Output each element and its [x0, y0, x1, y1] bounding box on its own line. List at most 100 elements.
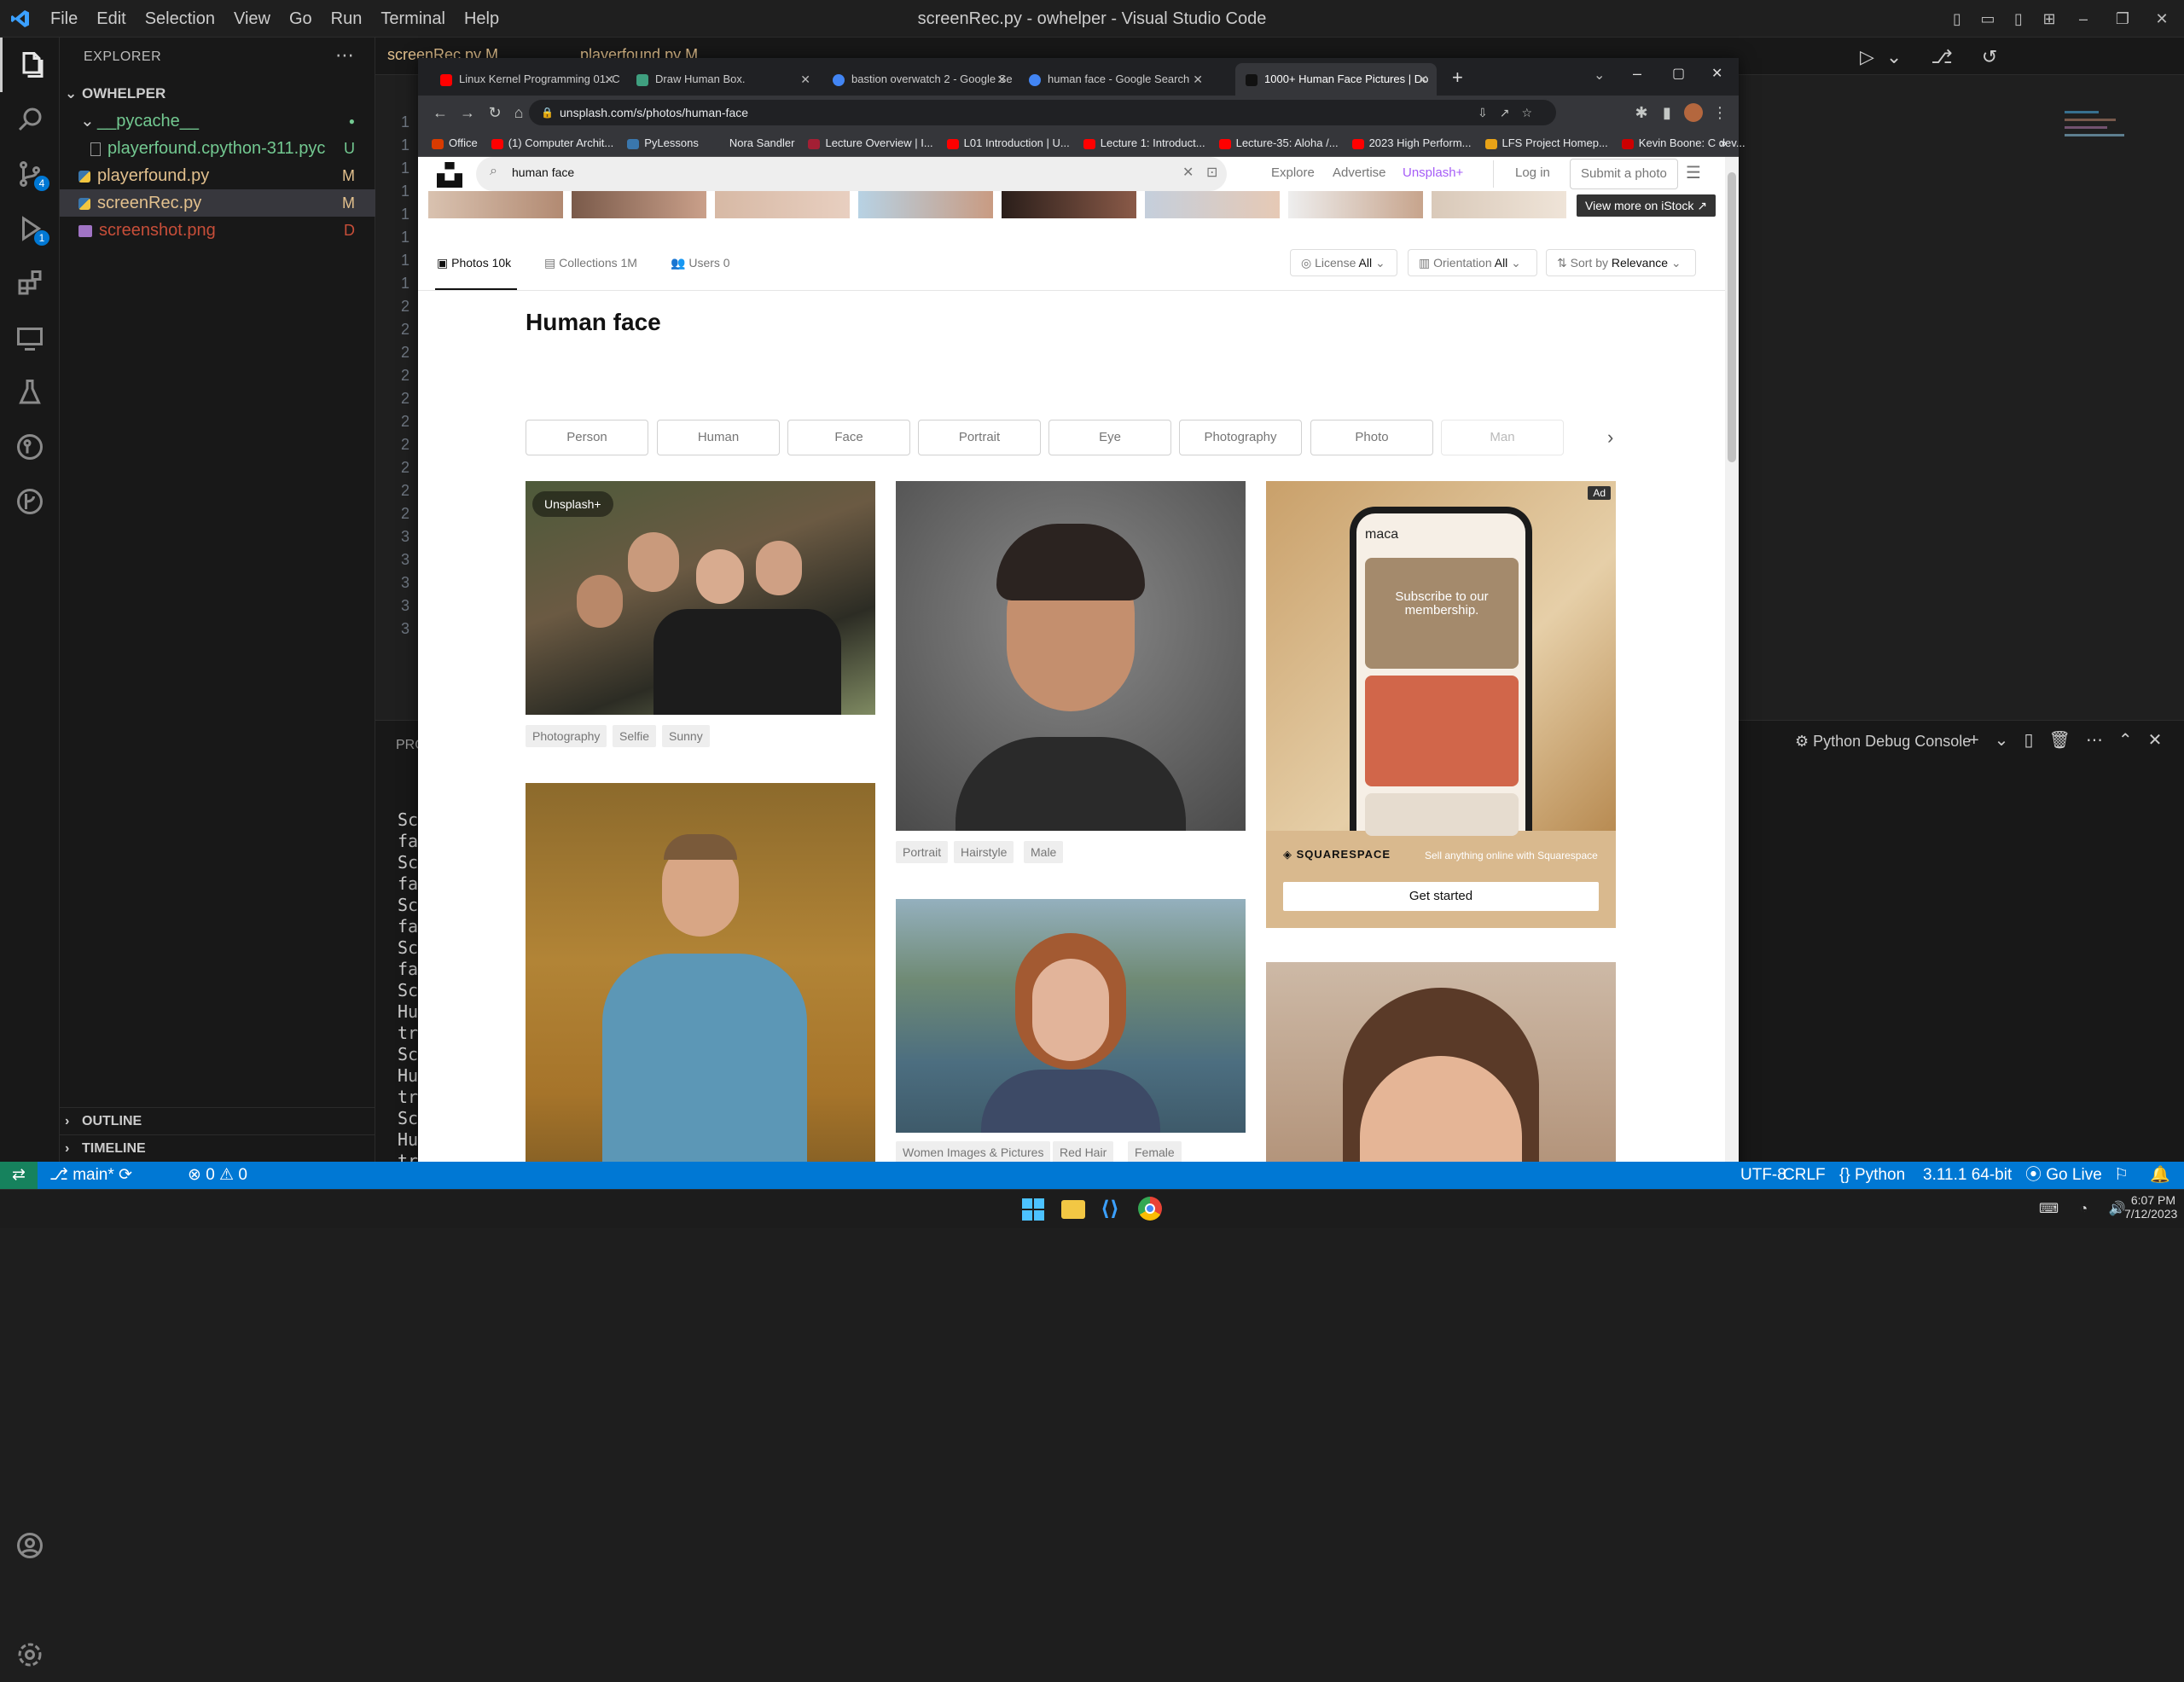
restore-icon[interactable]: ❐: [2111, 7, 2135, 31]
nav-advertise[interactable]: Advertise: [1333, 165, 1386, 180]
related-chip-human[interactable]: Human: [657, 420, 780, 455]
clear-search-icon[interactable]: ✕: [1182, 164, 1194, 181]
menu-selection[interactable]: Selection: [136, 0, 224, 38]
file-explorer-icon[interactable]: [1061, 1200, 1085, 1219]
related-chip-man[interactable]: Man: [1441, 420, 1564, 455]
close-tab-icon[interactable]: ✕: [604, 63, 614, 96]
menu-edit[interactable]: Edit: [87, 0, 135, 38]
related-chip-photography[interactable]: Photography: [1179, 420, 1302, 455]
photo-tag[interactable]: Selfie: [613, 725, 657, 747]
outline-section[interactable]: › OUTLINE: [60, 1107, 375, 1134]
related-chip-face[interactable]: Face: [787, 420, 910, 455]
chrome-tab-unsplash[interactable]: 1000+ Human Face Pictures | Do ✕: [1235, 63, 1437, 96]
extensions-activity-icon[interactable]: [0, 256, 60, 310]
page-scrollbar[interactable]: [1725, 157, 1739, 1189]
debug-console-selector[interactable]: ⚙ Python Debug Console: [1795, 733, 1971, 751]
back-arrow-icon[interactable]: ←: [428, 101, 452, 125]
close-window-icon[interactable]: ✕: [2150, 7, 2174, 31]
menu-run[interactable]: Run: [322, 0, 372, 38]
language-indicator[interactable]: {} Python: [1839, 1162, 1905, 1189]
omnibox-actions[interactable]: ⇩↗☆: [1478, 100, 1544, 125]
git-graph-activity-icon[interactable]: [0, 420, 60, 474]
photo-tag[interactable]: Red Hair: [1053, 1141, 1114, 1163]
related-chip-photo[interactable]: Photo: [1310, 420, 1433, 455]
editor-actions[interactable]: ▷⌄ ⎇ ↺: [1860, 46, 2009, 68]
chrome-tab-human-face-search[interactable]: human face - Google Search ✕: [1019, 63, 1211, 96]
bookmark-item[interactable]: PyLessons: [627, 130, 699, 157]
extensions-puzzle-icon[interactable]: ✱: [1629, 101, 1653, 125]
istock-thumb[interactable]: [572, 191, 706, 218]
panel-actions[interactable]: +⌄▯🗑⋯⌃✕: [1969, 729, 2177, 751]
photo-young-man-portrait[interactable]: [896, 481, 1246, 831]
chrome-taskbar-icon[interactable]: [1138, 1197, 1162, 1221]
tree-item-screenshot[interactable]: screenshot.png D: [60, 217, 375, 244]
eol-indicator[interactable]: CRLF: [1783, 1162, 1826, 1189]
istock-thumb[interactable]: [428, 191, 563, 218]
photo-man-blue-shirt[interactable]: [526, 783, 875, 1189]
chrome-close-icon[interactable]: ✕: [1711, 65, 1722, 82]
photo-tag[interactable]: Portrait: [896, 841, 949, 863]
nav-login[interactable]: Log in: [1515, 165, 1550, 180]
gitlens-activity-icon[interactable]: [0, 474, 60, 529]
close-tab-icon[interactable]: ✕: [800, 63, 810, 96]
tree-item-pycache[interactable]: ⌄ __pycache__ ●: [60, 107, 375, 135]
istock-thumb[interactable]: [1432, 191, 1566, 218]
branch-indicator[interactable]: ⎇ main* ⟳: [49, 1162, 132, 1189]
license-filter[interactable]: ◎ License All ⌄: [1290, 249, 1397, 276]
tab-collections[interactable]: ▤ Collections 1M: [544, 256, 637, 270]
menu-help[interactable]: Help: [455, 0, 508, 38]
photo-tag[interactable]: Female: [1128, 1141, 1182, 1163]
explorer-activity-icon[interactable]: [0, 38, 60, 92]
home-icon[interactable]: ⌂: [507, 101, 531, 125]
tree-item-playerfound[interactable]: playerfound.py M: [60, 162, 375, 189]
forward-arrow-icon[interactable]: →: [456, 101, 479, 125]
submit-photo-button[interactable]: Submit a photo: [1570, 159, 1678, 189]
search-bar[interactable]: ⌕ human face ✕ ⊡: [476, 157, 1227, 191]
view-more-istock-button[interactable]: View more on iStock ↗: [1577, 194, 1716, 217]
istock-thumb[interactable]: [1145, 191, 1280, 218]
system-tray-icons[interactable]: ⌨ ◔ 🔊: [2039, 1200, 2135, 1217]
reload-icon[interactable]: ↻: [483, 101, 507, 125]
chrome-tab-bastion[interactable]: bastion overwatch 2 - Google Se ✕: [822, 63, 1015, 96]
istock-thumb[interactable]: [1288, 191, 1423, 218]
photo-tag[interactable]: Sunny: [662, 725, 710, 747]
istock-thumb[interactable]: [1002, 191, 1136, 218]
notifications-bell-icon[interactable]: 🔔: [2150, 1162, 2170, 1189]
photo-tag[interactable]: Hairstyle: [954, 841, 1014, 863]
nav-explore[interactable]: Explore: [1271, 165, 1315, 180]
chrome-tab-draw-human-box[interactable]: Draw Human Box. ✕: [626, 63, 819, 96]
menu-terminal[interactable]: Terminal: [371, 0, 455, 38]
photo-woman-bun[interactable]: [1266, 962, 1616, 1189]
toggle-panel-icon[interactable]: ▭: [1976, 7, 2000, 31]
bookmark-item[interactable]: LFS Project Homep...: [1484, 130, 1608, 157]
related-chip-eye[interactable]: Eye: [1048, 420, 1171, 455]
chips-next-chevron-icon[interactable]: ›: [1607, 426, 1613, 449]
photo-red-hair-woman[interactable]: [896, 899, 1246, 1133]
close-tab-icon[interactable]: ✕: [996, 63, 1007, 96]
bookmark-item[interactable]: Lecture Overview | I...: [808, 130, 933, 157]
bookmark-item[interactable]: (1) Computer Archit...: [491, 130, 613, 157]
bookmark-item[interactable]: Lecture 1: Introduct...: [1083, 130, 1205, 157]
bookmark-item[interactable]: L01 Introduction | U...: [946, 130, 1070, 157]
chrome-tab-linux-kernel[interactable]: Linux Kernel Programming 01: C ✕: [430, 63, 623, 96]
istock-thumb[interactable]: [858, 191, 993, 218]
toggle-secondary-sidebar-icon[interactable]: ▯: [2007, 7, 2030, 31]
workspace-root[interactable]: ⌄ OWHELPER: [60, 80, 375, 107]
side-panel-icon[interactable]: ▮: [1655, 101, 1679, 125]
visual-search-icon[interactable]: ⊡: [1206, 164, 1217, 181]
bookmark-item[interactable]: Office: [432, 130, 478, 157]
menu-view[interactable]: View: [224, 0, 280, 38]
scrollbar-thumb[interactable]: [1728, 172, 1736, 462]
photo-tag[interactable]: Photography: [526, 725, 607, 747]
customize-layout-icon[interactable]: ⊞: [2037, 7, 2061, 31]
istock-thumb[interactable]: [715, 191, 850, 218]
close-tab-icon[interactable]: ✕: [1418, 63, 1428, 96]
related-chip-person[interactable]: Person: [526, 420, 648, 455]
hamburger-menu-icon[interactable]: ☰: [1686, 162, 1701, 183]
bookmark-item[interactable]: Lecture-35: Aloha /...: [1218, 130, 1339, 157]
minimap[interactable]: [2065, 106, 2141, 208]
clock[interactable]: 6:07 PM 7/12/2023: [2124, 1193, 2177, 1221]
interpreter-indicator[interactable]: 3.11.1 64-bit: [1923, 1162, 2012, 1189]
testing-activity-icon[interactable]: [0, 365, 60, 420]
chrome-minimize-icon[interactable]: –: [1633, 65, 1641, 83]
